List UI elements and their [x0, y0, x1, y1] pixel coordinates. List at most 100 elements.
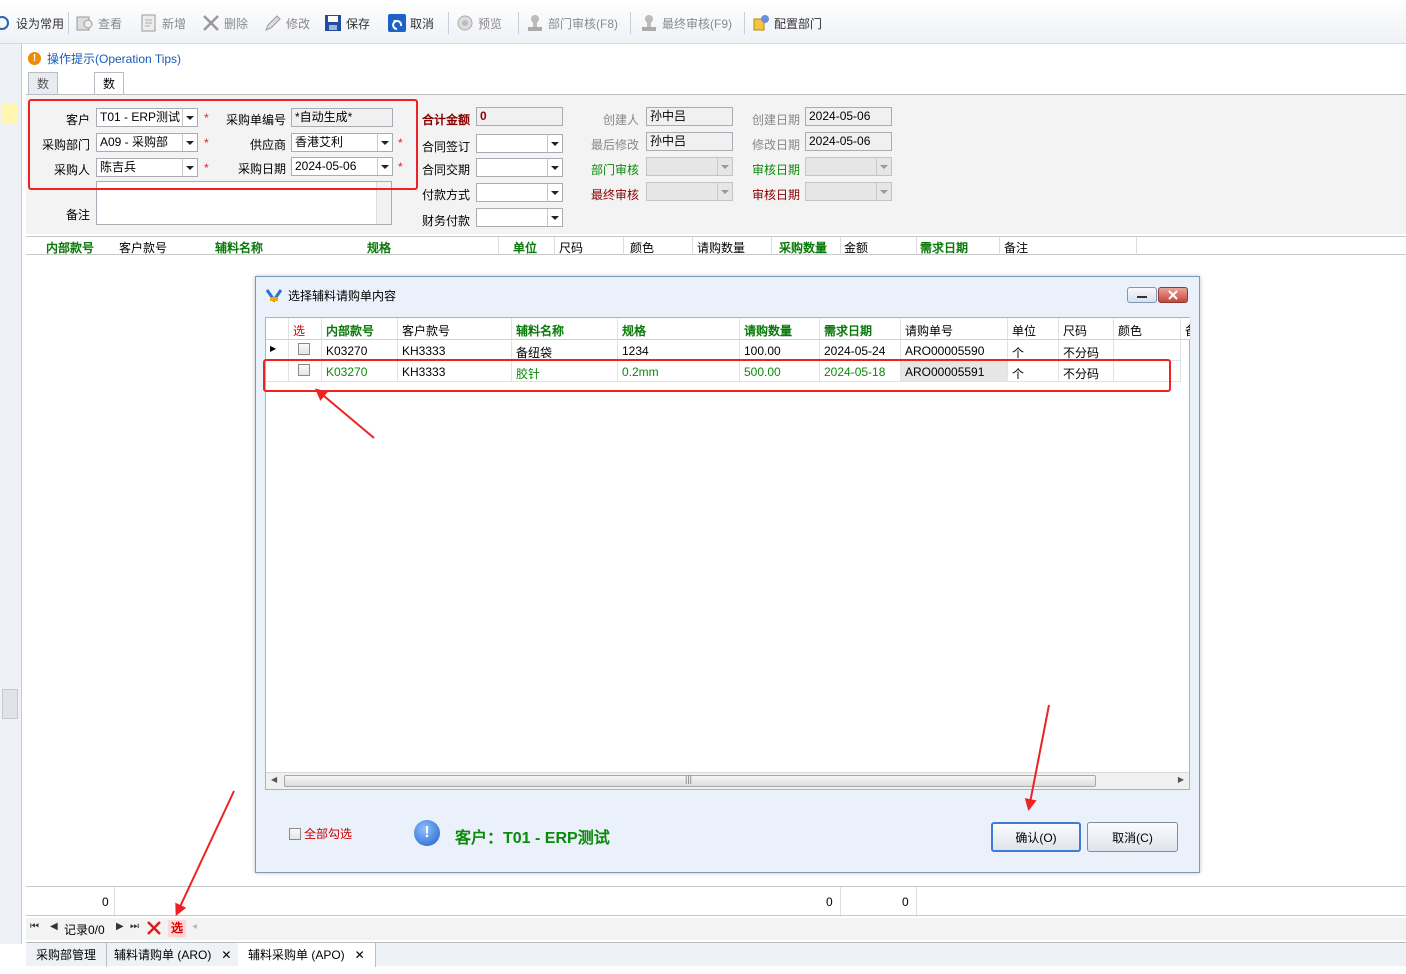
grid-col-name[interactable]: 辅料名称: [215, 239, 263, 256]
grid-col-color[interactable]: 颜色: [630, 239, 654, 256]
create-date-label: 创建日期: [751, 113, 800, 127]
cell-size: 不分码: [1059, 340, 1114, 361]
app-logo-icon: [265, 288, 283, 303]
col-req-qty[interactable]: 请购数量: [740, 318, 820, 340]
col-inner-no[interactable]: 内部款号: [322, 318, 398, 340]
chevron-down-icon[interactable]: [717, 158, 732, 175]
row-highlight-box: [263, 359, 1171, 392]
dialog-titlebar[interactable]: 选择辅料请购单内容: [256, 277, 1199, 313]
contract-sign-select[interactable]: [476, 134, 563, 153]
col-unit[interactable]: 单位: [1008, 318, 1059, 340]
grid-col-remark[interactable]: 备注: [1004, 239, 1028, 256]
tab-data-query[interactable]: 数据查询: [28, 72, 59, 157]
col-select[interactable]: 选: [289, 318, 322, 340]
grid-col-amount[interactable]: 金额: [844, 239, 868, 256]
record-navigator: ⏮ ◀ 记录0/0 ▶ ⏭ 选 ◂: [26, 918, 1406, 940]
chevron-down-icon[interactable]: [876, 158, 891, 175]
delete-button[interactable]: 删除: [202, 12, 248, 34]
cancel-button[interactable]: 取消: [388, 12, 434, 34]
modify-date-field: 2024-05-06: [805, 132, 892, 151]
grid-col-cust-no[interactable]: 客户款号: [119, 239, 167, 256]
new-button[interactable]: 新增: [140, 12, 186, 34]
left-strip-handle[interactable]: [2, 689, 18, 719]
close-icon[interactable]: ✕: [221, 944, 231, 966]
select-all-checkbox[interactable]: 全部勾选: [289, 825, 352, 842]
tab-aro[interactable]: 辅料请购单 (ARO) ✕: [104, 943, 243, 967]
info-icon: !: [414, 820, 440, 846]
col-cust-no[interactable]: 客户款号: [398, 318, 512, 340]
horizontal-scrollbar[interactable]: ◀ ||| ▶: [266, 772, 1189, 789]
tab-purchase-dept[interactable]: 采购部管理: [26, 943, 108, 967]
creator-value: 孙中吕: [650, 109, 687, 123]
final-audit-date-select[interactable]: [805, 182, 892, 201]
grid-col-inner-no[interactable]: 内部款号: [46, 239, 94, 256]
chevron-down-icon[interactable]: [547, 209, 562, 226]
dialog-cancel-button[interactable]: 取消(C): [1087, 822, 1178, 852]
close-icon[interactable]: ✕: [355, 944, 365, 966]
row-checkbox[interactable]: [298, 343, 310, 355]
left-strip-highlight: [2, 104, 18, 124]
save-button[interactable]: 保存: [324, 12, 370, 34]
config-icon: [752, 14, 770, 32]
contract-delivery-select[interactable]: [476, 158, 563, 177]
grid-col-demand-date[interactable]: 需求日期: [920, 239, 968, 256]
toolbar: 设为常用 查看 新增 删除 修改 保存 取消 预览 部门审核(F8) 最终审核(…: [0, 0, 1406, 44]
chevron-down-icon[interactable]: [547, 135, 562, 152]
request-grid: 选 内部款号 客户款号 辅料名称 规格 请购数量 需求日期 请购单号 单位 尺码…: [263, 317, 1191, 790]
scroll-right-icon[interactable]: ▶: [1178, 775, 1184, 784]
scroll-left-icon[interactable]: ◂: [192, 921, 197, 932]
operation-tips[interactable]: ! 操作提示(Operation Tips): [28, 48, 181, 68]
chevron-down-icon[interactable]: [547, 159, 562, 176]
audit-date-select[interactable]: [805, 157, 892, 176]
final-audit-button[interactable]: 最终审核(F9): [640, 12, 732, 34]
edit-form: 客户 T01 - ERP测试 * 采购单编号 *自动生成* 采购部门 A09 -…: [26, 94, 1406, 234]
pencil-icon: [264, 14, 282, 32]
view-button[interactable]: 查看: [76, 12, 122, 34]
preview-button[interactable]: 预览: [456, 12, 502, 34]
grid-col-unit[interactable]: 单位: [513, 239, 537, 256]
grid-col-req-qty[interactable]: 请购数量: [697, 239, 745, 256]
first-record-icon[interactable]: ⏮: [30, 921, 39, 932]
grid-col-size[interactable]: 尺码: [559, 239, 583, 256]
chevron-down-icon[interactable]: [876, 183, 891, 200]
delete-label: 删除: [224, 16, 249, 31]
dept-audit-button[interactable]: 部门审核(F8): [526, 12, 618, 34]
confirm-button[interactable]: 确认(O): [991, 822, 1081, 852]
last-record-icon[interactable]: ⏭: [130, 921, 139, 932]
save-label: 保存: [346, 16, 371, 31]
next-record-icon[interactable]: ▶: [116, 921, 124, 932]
col-spec[interactable]: 规格: [618, 318, 740, 340]
chevron-down-icon[interactable]: [547, 184, 562, 201]
grid-col-po-qty[interactable]: 采购数量: [779, 239, 827, 256]
tab-data-edit[interactable]: 数据编辑: [94, 72, 125, 157]
scroll-thumb[interactable]: |||: [284, 774, 1096, 787]
delete-row-icon[interactable]: [146, 920, 162, 936]
select-button[interactable]: 选: [168, 920, 186, 937]
chevron-down-icon[interactable]: [717, 183, 732, 200]
col-req-no[interactable]: 请购单号: [901, 318, 1008, 340]
finance-pay-select[interactable]: [476, 208, 563, 227]
col-demand-date[interactable]: 需求日期: [820, 318, 901, 340]
row-select-cell[interactable]: [289, 340, 322, 361]
scroll-left-icon[interactable]: ◀: [271, 775, 277, 784]
close-button[interactable]: [1158, 287, 1188, 303]
tab-apo[interactable]: 辅料采购单 (APO) ✕: [238, 943, 376, 967]
dept-audit-select[interactable]: [646, 157, 733, 176]
payment-method-select[interactable]: [476, 183, 563, 202]
col-size[interactable]: 尺码: [1059, 318, 1114, 340]
creator-field: 孙中吕: [646, 107, 733, 126]
summary-row: 0 0 0: [26, 886, 1406, 917]
grid-col-spec[interactable]: 规格: [367, 239, 391, 256]
minimize-button[interactable]: [1127, 287, 1157, 303]
col-color[interactable]: 颜色: [1114, 318, 1181, 340]
grid-header-indicator: [266, 318, 289, 340]
col-name[interactable]: 辅料名称: [512, 318, 618, 340]
select-all-box[interactable]: [289, 827, 301, 840]
prev-record-icon[interactable]: ◀: [50, 921, 58, 932]
final-audit-select[interactable]: [646, 182, 733, 201]
record-counter: 记录0/0: [64, 923, 105, 937]
col-remark[interactable]: 备: [1181, 318, 1191, 340]
config-dept-button[interactable]: 配置部门: [752, 12, 822, 34]
edit-button[interactable]: 修改: [264, 12, 310, 34]
set-common-button[interactable]: 设为常用: [0, 12, 64, 34]
